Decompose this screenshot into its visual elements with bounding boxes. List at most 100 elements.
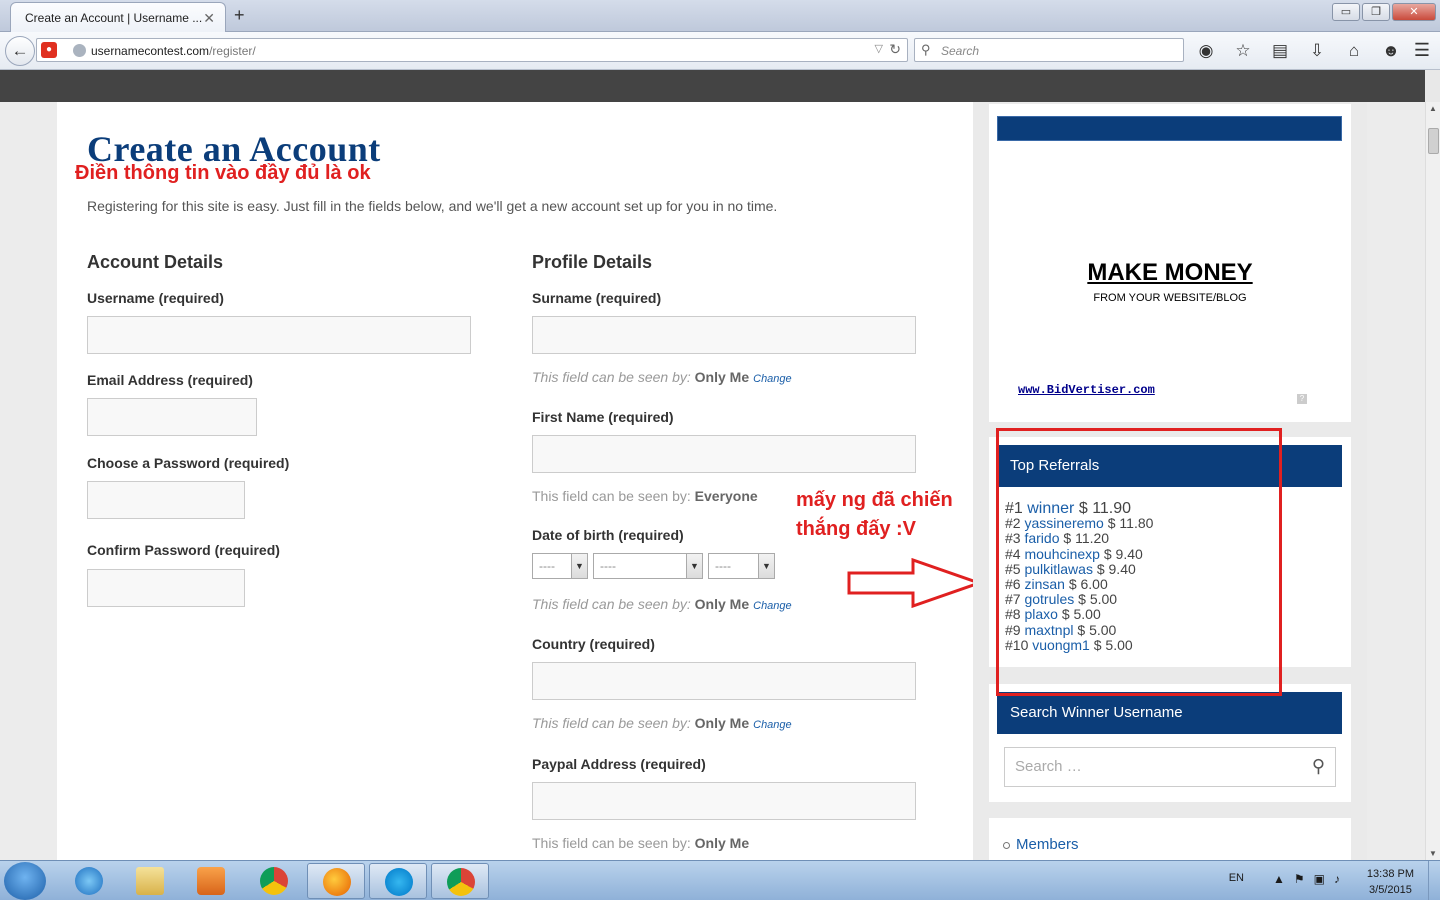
site-identity-icon[interactable] [73,44,86,57]
email-field[interactable] [87,398,257,436]
show-desktop-button[interactable] [1428,861,1440,900]
surname-change-link[interactable]: Change [753,373,792,385]
bookmark-star-icon[interactable]: ☆ [1233,41,1253,61]
paypal-field[interactable] [532,782,916,820]
start-button[interactable] [4,862,46,900]
username-label: Username (required) [87,290,224,306]
tab-title: Create an Account | Username ... [25,11,203,25]
members-widget: Members [989,818,1351,860]
internet-explorer-icon [75,867,103,895]
back-button[interactable]: ← [5,36,35,66]
reload-icon[interactable]: ↻ [889,41,901,58]
url-dropdown-icon[interactable]: ▽ [875,42,883,55]
new-tab-button[interactable]: + [234,5,245,26]
dob-change-link[interactable]: Change [753,600,792,612]
country-field[interactable] [532,662,916,700]
ad-header-bar [997,116,1342,141]
windows-taskbar: EN ▲ ⚑ ▣ ♪ 13:38 PM 3/5/2015 [0,860,1440,900]
password-field[interactable] [87,481,245,519]
taskbar-firefox[interactable] [307,863,365,899]
address-bar[interactable]: ● usernamecontest.com/register/ ▽ ↻ [36,38,908,62]
dob-month-select[interactable]: ---- ▼ [593,553,703,579]
confirm-password-field[interactable] [87,569,245,607]
taskbar-explorer[interactable] [121,863,179,899]
media-player-icon [197,867,225,895]
password-label: Choose a Password (required) [87,455,290,471]
browser-toolbar: ◉ ☆ ▤ ⇩ ⌂ ☻ [1196,41,1401,61]
ad-link[interactable]: www.BidVertiser.com [1018,383,1155,397]
annotation-highlight-box [996,428,1282,696]
winner-search-placeholder: Search … [1015,758,1082,775]
taskbar-skype[interactable] [369,863,427,899]
bullet-icon [1003,841,1010,849]
clock-time: 13:38 PM [1366,868,1414,880]
browser-titlebar: Create an Account | Username ... ✕ + ▭ ❐… [0,0,1440,32]
show-hidden-icons-icon[interactable]: ▲ [1273,872,1285,886]
site-top-bar [0,70,1425,102]
dob-visibility: This field can be seen by: Only Me Change [532,596,792,612]
close-window-button[interactable]: ✕ [1392,3,1436,21]
annotation-winners: mấy ng đã chiến thắng đấy :V [796,489,953,540]
ad-subtitle[interactable]: FROM YOUR WEBSITE/BLOG [989,292,1351,304]
annotation-fill-info: Điền thông tin vào đầy đủ là ok [75,162,371,184]
ad-help-icon[interactable]: ? [1297,394,1307,404]
confirm-password-label: Confirm Password (required) [87,542,280,558]
hamburger-menu-icon[interactable]: ☰ [1414,40,1430,61]
main-content: Create an Account Điền thông tin vào đầy… [57,102,983,860]
clock[interactable]: 13:38 PM 3/5/2015 [1367,866,1414,898]
url-text[interactable]: usernamecontest.com/register/ [91,44,256,58]
first-name-field[interactable] [532,435,916,473]
restore-button[interactable]: ❐ [1362,3,1390,21]
taskbar-chrome[interactable] [245,863,303,899]
chevron-down-icon: ▼ [686,554,702,578]
search-widget-title: Search Winner Username [997,692,1342,734]
extension-icon[interactable]: ◉ [1196,41,1216,61]
volume-icon[interactable]: ♪ [1334,872,1340,886]
addon-icon[interactable]: ● [41,42,57,58]
page-scrollbar[interactable]: ▲ ▼ [1425,102,1440,860]
browser-navbar: ← ● usernamecontest.com/register/ ▽ ↻ ⚲ … [0,32,1440,70]
search-widget: Search Winner Username Search … ⚲ [989,684,1351,802]
chevron-down-icon: ▼ [758,554,774,578]
browser-tab[interactable]: Create an Account | Username ... ✕ [10,2,226,32]
browser-search-placeholder: Search [941,44,980,58]
language-indicator[interactable]: EN [1229,872,1244,884]
winner-search-input[interactable]: Search … ⚲ [1004,747,1336,787]
minimize-button[interactable]: ▭ [1332,3,1360,21]
scroll-down-icon[interactable]: ▼ [1429,849,1437,858]
network-icon[interactable]: ▣ [1314,872,1325,886]
dob-year-select[interactable]: ---- ▼ [708,553,775,579]
country-change-link[interactable]: Change [753,719,792,731]
scroll-up-icon[interactable]: ▲ [1429,104,1437,113]
downloads-icon[interactable]: ⇩ [1307,41,1327,61]
country-visibility: This field can be seen by: Only Me Change [532,715,792,731]
chat-icon[interactable]: ☻ [1381,41,1401,61]
search-icon[interactable]: ⚲ [1312,756,1325,777]
email-label: Email Address (required) [87,372,253,388]
paypal-label: Paypal Address (required) [532,756,706,772]
taskbar-media[interactable] [182,863,240,899]
paypal-visibility: This field can be seen by: Only Me [532,835,750,851]
bookmarks-list-icon[interactable]: ▤ [1270,41,1290,61]
members-link[interactable]: Members [1003,836,1079,853]
ad-widget: MAKE MONEY FROM YOUR WEBSITE/BLOG www.Bi… [989,104,1351,422]
browser-search-input[interactable]: ⚲ Search [914,38,1184,62]
surname-field[interactable] [532,316,916,354]
username-field[interactable] [87,316,471,354]
chevron-down-icon: ▼ [571,554,587,578]
taskbar-ie[interactable] [60,863,118,899]
surname-visibility: This field can be seen by: Only Me Change [532,369,792,385]
dob-label: Date of birth (required) [532,527,684,543]
tray-icons: ▲ ⚑ ▣ ♪ [1273,872,1340,886]
ad-title[interactable]: MAKE MONEY [989,259,1351,287]
tab-close-icon[interactable]: ✕ [203,10,215,27]
home-icon[interactable]: ⌂ [1344,41,1364,61]
first-name-visibility: This field can be seen by: Everyone [532,488,758,504]
taskbar-chrome-2[interactable] [431,863,489,899]
scrollbar-thumb[interactable] [1428,128,1439,154]
clock-date: 3/5/2015 [1369,884,1412,896]
action-center-icon[interactable]: ⚑ [1294,872,1305,886]
dob-day-select[interactable]: ---- ▼ [532,553,588,579]
country-label: Country (required) [532,636,655,652]
chrome-icon [260,867,288,895]
